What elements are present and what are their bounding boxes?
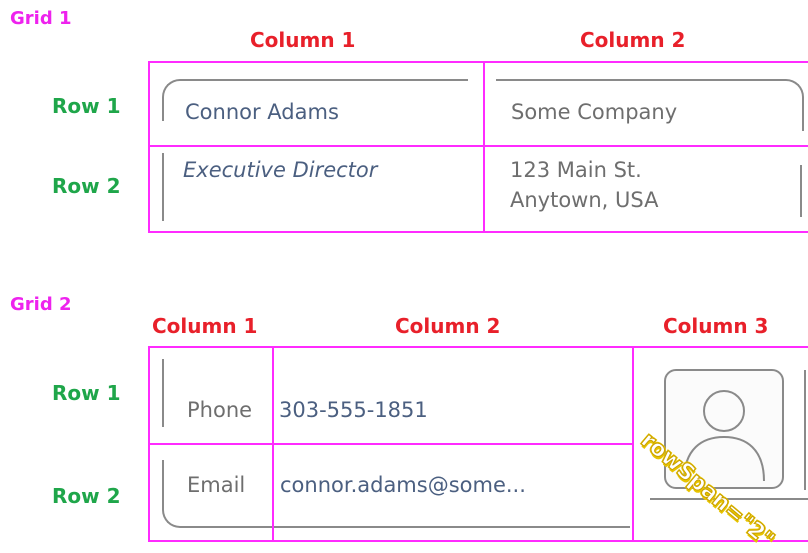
grid1-row-1-label: Row 1	[52, 94, 121, 118]
contact-name: Connor Adams	[185, 100, 339, 124]
grid1-card-left-edge-row2	[162, 153, 164, 221]
grid1-title: Grid 1	[10, 8, 72, 29]
grid2-row-2-label: Row 2	[52, 484, 121, 508]
grid2-border-bottom	[148, 540, 808, 542]
address-line-2: Anytown, USA	[510, 188, 659, 212]
grid1-border-top	[148, 61, 808, 63]
phone-value: 303-555-1851	[279, 398, 428, 422]
grid1-border-middle	[148, 145, 808, 147]
grid2-column-2-label: Column 2	[395, 314, 501, 338]
grid1-card-right-edge-row2	[800, 165, 802, 217]
email-label: Email	[187, 473, 246, 497]
grid2-column-divider-2	[632, 346, 634, 542]
grid2-border-left	[148, 346, 150, 542]
phone-label: Phone	[187, 398, 253, 422]
grid2-column-divider-1	[272, 346, 274, 542]
grid1-column-divider	[483, 61, 485, 233]
grid2-row-1-label: Row 1	[52, 381, 121, 405]
grid2-border-middle	[148, 443, 634, 445]
grid2-card-right-edge	[804, 370, 806, 490]
grid2-title: Grid 2	[10, 294, 72, 315]
email-value: connor.adams@some...	[280, 473, 526, 497]
company-name: Some Company	[511, 100, 678, 124]
grid2-column-1-label: Column 1	[152, 314, 258, 338]
grid1-column-1-label: Column 1	[250, 28, 356, 52]
address-line-1: 123 Main St.	[510, 158, 642, 182]
grid2-card-left-edge-row1	[162, 359, 164, 427]
job-title: Executive Director	[183, 158, 378, 182]
grid2-column-3-label: Column 3	[663, 314, 769, 338]
grid1-border-bottom	[148, 231, 808, 233]
grid2-border-top	[148, 346, 808, 348]
grid1-row-2-label: Row 2	[52, 174, 121, 198]
grid1-border-left	[148, 61, 150, 233]
grid1-column-2-label: Column 2	[580, 28, 686, 52]
